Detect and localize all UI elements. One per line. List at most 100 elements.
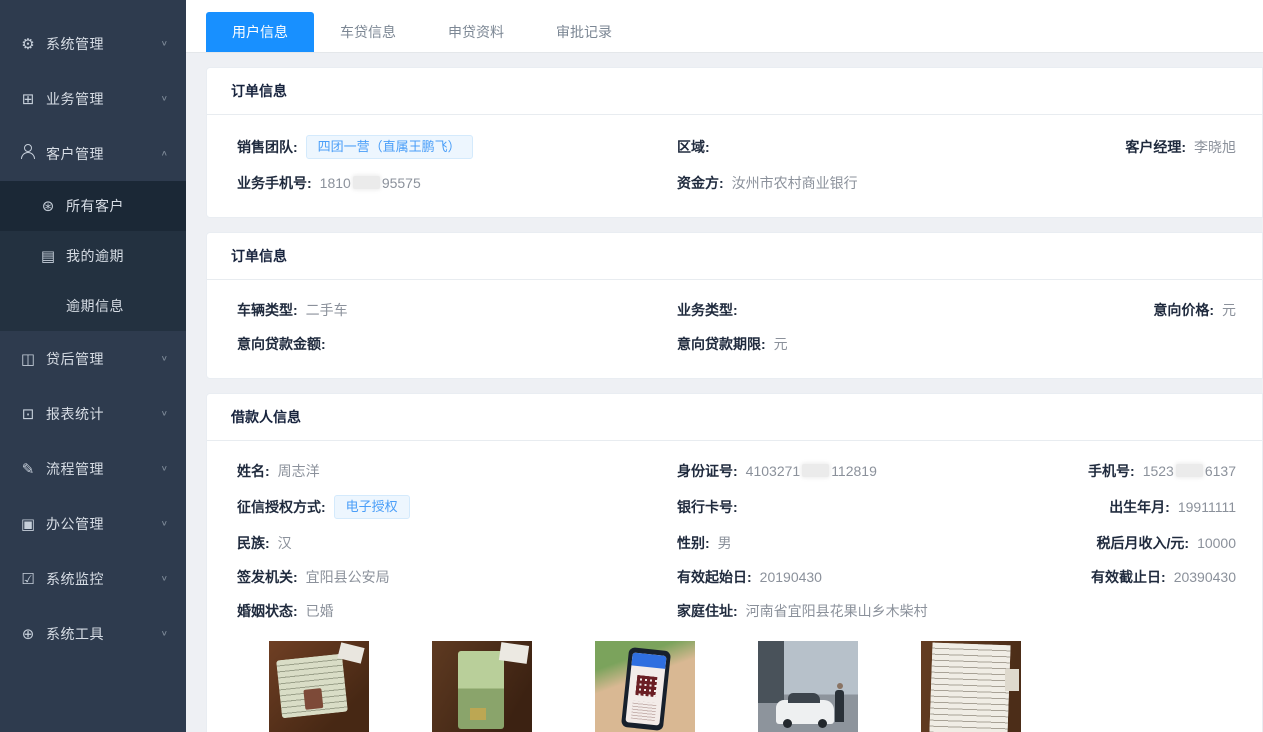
field-value: 元 [1222,300,1236,320]
sidebar-item-label: 业务管理 [46,89,161,109]
main-content: 用户信息 车贷信息 申贷资料 审批记录 订单信息 销售团队: 四团一营（直属王鹏… [186,0,1263,732]
field-label: 有效截止日: [1091,567,1166,587]
sidebar-item-system-management[interactable]: ⚙ 系统管理 ∨ [0,16,186,71]
borrower-photos: 身份证 驾驶证副页 授权截图 [269,641,1248,732]
field-value: 20190430 [760,569,822,585]
sidebar-item-all-customers[interactable]: ⊛ 所有客户 [0,181,186,231]
field-valid-from: 有效起始日: 20190430 [677,567,1077,587]
field-value: 宜阳县公安局 [306,567,390,587]
borrower-info-card: 借款人信息 姓名: 周志洋 身份证号: 4103271112819 手机号: 1… [206,393,1263,732]
redaction-blur [1176,464,1203,477]
field-id-number: 身份证号: 4103271112819 [677,461,1077,481]
chevron-down-icon: ∨ [161,629,168,637]
field-region: 区域: [677,135,1077,159]
field-gender: 性别: 男 [677,533,1077,553]
id-card-photo-thumbnail[interactable] [269,641,369,732]
field-vehicle-type: 车辆类型: 二手车 [237,300,677,320]
sidebar-item-label: 系统工具 [46,624,161,644]
tab-car-loan-info[interactable]: 车贷信息 [314,12,422,52]
field-label: 销售团队: [237,137,298,157]
sidebar-item-label: 逾期信息 [66,296,168,316]
order-info-card-1: 订单信息 销售团队: 四团一营（直属王鹏飞） 区域: 客户经理: 李晓旭 [206,67,1263,218]
field-issuing-authority: 签发机关: 宜阳县公安局 [237,567,677,587]
field-label: 签发机关: [237,567,298,587]
field-value: 男 [718,533,732,553]
field-funder: 资金方: 汝州市农村商业银行 [677,173,1077,193]
field-credit-auth-method: 征信授权方式: 电子授权 [237,495,677,519]
empty-cell [1077,334,1248,354]
document-thumbnail[interactable] [921,641,1021,732]
gear-icon: ⚙ [16,35,40,53]
sales-team-tag: 四团一营（直属王鹏飞） [306,135,473,159]
field-value: 20390430 [1174,569,1236,585]
tab-user-info[interactable]: 用户信息 [206,12,314,52]
field-bank-card: 银行卡号: [677,495,1077,519]
field-label: 意向贷款金额: [237,334,326,354]
license-booklet-thumbnail[interactable] [432,641,532,732]
sidebar-item-process-management[interactable]: ✎ 流程管理 ∨ [0,441,186,496]
sidebar-item-my-overdue[interactable]: ▤ 我的逾期 [0,231,186,281]
sidebar-item-customer-management[interactable]: 客户管理 ∧ [0,126,186,181]
empty-cell [1077,173,1248,193]
sidebar-item-label: 我的逾期 [66,246,168,266]
field-label: 姓名: [237,461,270,481]
field-value: 二手车 [306,300,348,320]
redaction-blur [353,176,380,189]
sidebar-item-system-monitor[interactable]: ☑ 系统监控 ∨ [0,551,186,606]
edit-doc-icon: ✎ [16,460,40,478]
order-info-card-2: 订单信息 车辆类型: 二手车 业务类型: 意向价格: 元 [206,232,1263,379]
field-marital-status: 婚姻状态: 已婚 [237,601,677,621]
book-icon: ◫ [16,350,40,368]
auth-screenshot-thumbnail[interactable] [595,641,695,732]
empty-cell [1077,601,1248,621]
user-icon [20,144,36,159]
tab-approval-records[interactable]: 审批记录 [530,12,638,52]
card-title: 订单信息 [207,233,1262,280]
field-value: 河南省宜阳县花果山乡木柴村 [746,601,928,621]
id-card-photo[interactable]: 身份证 [269,641,369,732]
document-photo[interactable]: 其他材料 [921,641,1021,732]
sidebar-item-label: 系统监控 [46,569,161,589]
field-label: 身份证号: [677,461,738,481]
chevron-down-icon: ∨ [161,39,168,47]
chevron-down-icon: ∨ [161,94,168,102]
field-value: 4103271112819 [746,463,877,479]
field-label: 区域: [677,137,710,157]
sidebar-item-office-management[interactable]: ▣ 办公管理 ∨ [0,496,186,551]
field-birth-date: 出生年月: 19911111 [1077,495,1248,519]
sidebar-item-label: 报表统计 [46,404,161,424]
tab-loan-application-docs[interactable]: 申贷资料 [422,12,530,52]
field-sales-team: 销售团队: 四团一营（直属王鹏飞） [237,135,677,159]
sidebar-item-postloan-management[interactable]: ◫ 贷后管理 ∨ [0,331,186,386]
person-car-photo[interactable]: 人车合影 [758,641,858,732]
sidebar-item-overdue-info[interactable]: 逾期信息 [0,281,186,331]
field-label: 资金方: [677,173,724,193]
field-intent-loan-amount: 意向贷款金额: [237,334,677,354]
sidebar-item-business-management[interactable]: ⊞ 业务管理 ∨ [0,71,186,126]
sidebar-item-report-statistics[interactable]: ⊡ 报表统计 ∨ [0,386,186,441]
chevron-up-icon: ∧ [161,149,168,157]
field-ethnicity: 民族: 汉 [237,533,677,553]
field-label: 民族: [237,533,270,553]
auth-screenshot-photo[interactable]: 授权截图 [595,641,695,732]
field-name: 姓名: 周志洋 [237,461,677,481]
field-label: 车辆类型: [237,300,298,320]
person-car-thumbnail[interactable] [758,641,858,732]
field-label: 性别: [677,533,710,553]
field-label: 征信授权方式: [237,497,326,517]
sidebar: ⚙ 系统管理 ∨ ⊞ 业务管理 ∨ 客户管理 ∧ ⊛ 所有客户 ▤ 我的逾期 逾… [0,0,186,732]
field-value: 19911111 [1178,499,1236,515]
sidebar-item-label: 贷后管理 [46,349,161,369]
field-label: 意向价格: [1153,300,1214,320]
sidebar-item-system-tools[interactable]: ⊕ 系统工具 ∨ [0,606,186,661]
chevron-down-icon: ∨ [161,409,168,417]
card-title: 订单信息 [207,68,1262,115]
overdue-doc-icon: ▤ [36,247,60,265]
field-value: 已婚 [306,601,334,621]
sidebar-item-label: 办公管理 [46,514,161,534]
chevron-down-icon: ∨ [161,464,168,472]
card-title: 借款人信息 [207,394,1262,441]
license-booklet-photo[interactable]: 驾驶证副页 [432,641,532,732]
field-phone: 手机号: 15236137 [1077,461,1248,481]
field-label: 业务手机号: [237,173,312,193]
